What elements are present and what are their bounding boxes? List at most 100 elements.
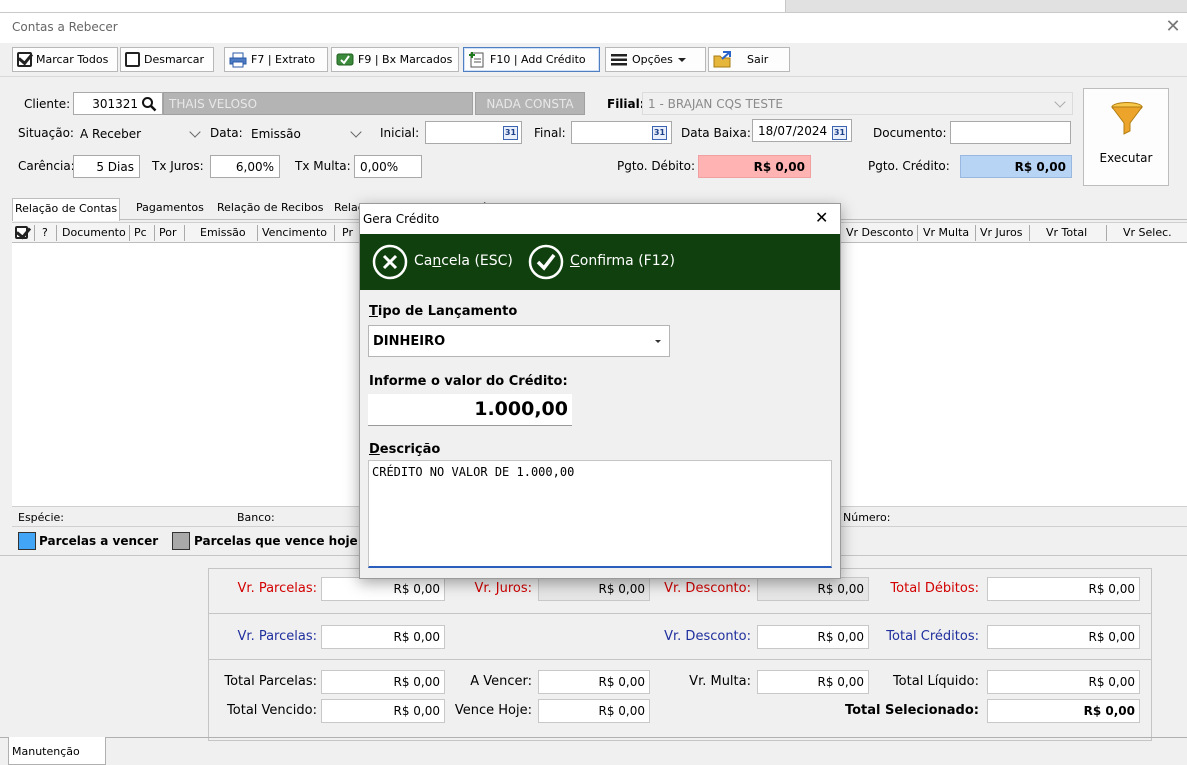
total-selecionado-label: Total Selecionado: [844, 703, 979, 718]
confirma-label: Confirma (F12) [570, 253, 676, 269]
vence-hoje-swatch [172, 532, 190, 550]
tx-multa-input[interactable]: 0,00% [354, 155, 422, 178]
r2-vr-parcelas: R$ 0,00 [321, 625, 445, 649]
chevron-down-icon [189, 126, 201, 138]
col-vr-desconto[interactable]: Vr Desconto [846, 226, 913, 239]
data-select[interactable]: Emissão [245, 122, 368, 145]
banco-label: Banco: [237, 511, 275, 524]
status-value: NADA CONSTA [486, 96, 574, 111]
calendar-icon[interactable]: 31 [652, 126, 667, 140]
cancela-label: Cancela (ESC) [414, 253, 513, 269]
confirma-button[interactable]: Confirma (F12) [528, 244, 678, 282]
data-label: Data: [210, 126, 243, 140]
bx-marcados-button[interactable]: F9 | Bx Marcados [331, 47, 459, 72]
executar-button[interactable]: Executar [1083, 88, 1169, 186]
cliente-nome-field: THAIS VELOSO [163, 92, 473, 115]
r2-vr-desconto: R$ 0,00 [757, 625, 869, 649]
data-baixa-label: Data Baixa: [681, 126, 751, 140]
situacao-value: A Receber [80, 126, 142, 141]
a-vencer-legend: Parcelas a vencer [39, 534, 159, 548]
col-vr-total[interactable]: Vr Total [1046, 226, 1087, 239]
cliente-codigo-input[interactable]: 301321 [73, 92, 163, 115]
search-icon[interactable] [141, 96, 157, 112]
col-vencimento[interactable]: Vencimento [262, 226, 327, 239]
documento-input[interactable] [950, 121, 1071, 144]
checkbox-checked-icon [17, 52, 32, 67]
tab-pagamentos[interactable]: Pagamentos [134, 198, 206, 218]
chevron-down-icon [350, 126, 362, 138]
data-value: Emissão [251, 126, 301, 141]
filial-select[interactable]: 1 - BRAJAN CQS TESTE [642, 92, 1073, 115]
vence-hoje: R$ 0,00 [538, 699, 650, 723]
descricao-text: CRÉDITO NO VALOR DE 1.000,00 [372, 465, 575, 479]
tab-manutencao[interactable]: Manutenção [8, 737, 106, 765]
desmarcar-label: Desmarcar [144, 53, 205, 66]
a-vencer-label: A Vencer: [470, 674, 532, 689]
total-debitos: R$ 0,00 [987, 577, 1140, 601]
cliente-label: Cliente: [24, 97, 71, 111]
col-vr-selec[interactable]: Vr Selec. [1123, 226, 1172, 239]
vr-multa: R$ 0,00 [757, 670, 869, 694]
a-vencer-swatch [18, 532, 36, 550]
opcoes-label: Opções [632, 53, 673, 66]
carencia-value: 5 Dias [96, 159, 134, 174]
dropdown-arrow-icon [655, 340, 661, 343]
total-parcelas-label: Total Parcelas: [224, 674, 317, 689]
carencia-input[interactable]: 5 Dias [73, 155, 140, 178]
select-all-checkbox[interactable] [15, 226, 28, 239]
tipo-lancamento-value: DINHEIRO [373, 334, 446, 349]
col-pr[interactable]: Pr [342, 226, 353, 239]
status-badge: NADA CONSTA [475, 92, 585, 115]
data-baixa-value: 18/07/2024 [758, 123, 828, 138]
cancela-button[interactable]: Cancela (ESC) [372, 244, 517, 282]
marcar-todos-button[interactable]: Marcar Todos [12, 47, 118, 72]
col-documento[interactable]: Documento [62, 226, 126, 239]
total-selecionado: R$ 0,00 [987, 699, 1140, 723]
descricao-textarea[interactable]: CRÉDITO NO VALOR DE 1.000,00 [368, 460, 832, 568]
checkbox-empty-icon [125, 52, 140, 67]
dialog-title-bar: Gera Crédito ✕ [360, 204, 840, 234]
col-pc[interactable]: Pc [134, 226, 147, 239]
totals-panel: Vr. Parcelas: R$ 0,00 Vr. Juros: R$ 0,00… [208, 568, 1152, 741]
valor-credito-value: 1.000,00 [474, 398, 568, 420]
dialog-close-icon[interactable]: ✕ [815, 208, 828, 227]
close-window-button[interactable]: ✕ [1163, 16, 1183, 37]
carencia-label: Carência: [18, 159, 75, 173]
r1-vr-parcelas-label: Vr. Parcelas: [237, 581, 317, 596]
tipo-lancamento-label: Tipo de Lançamento [369, 304, 518, 319]
valor-credito-input[interactable]: 1.000,00 [368, 394, 572, 426]
col-vr-juros[interactable]: Vr Juros [980, 226, 1023, 239]
calendar-icon[interactable]: 31 [832, 126, 847, 140]
extrato-button[interactable]: F7 | Extrato [224, 47, 328, 72]
sair-button[interactable]: Sair [708, 47, 790, 72]
col-emissao[interactable]: Emissão [200, 226, 246, 239]
filial-label: Filial: [607, 97, 645, 111]
executar-label: Executar [1099, 151, 1153, 165]
opcoes-button[interactable]: Opções [605, 47, 706, 72]
confirm-check-icon [528, 244, 564, 280]
dialog-title: Gera Crédito [363, 212, 440, 226]
add-credito-button[interactable]: F10 | Add Crédito [463, 47, 600, 72]
tx-juros-input[interactable]: 6,00% [210, 155, 280, 178]
situacao-select[interactable]: A Receber [74, 122, 206, 145]
col-question[interactable]: ? [42, 226, 48, 239]
tipo-lancamento-select[interactable]: DINHEIRO [368, 325, 670, 357]
documento-label: Documento: [873, 126, 947, 140]
col-vr-multa[interactable]: Vr Multa [923, 226, 969, 239]
r1-vr-desconto: R$ 0,00 [757, 577, 869, 601]
vr-multa-label: Vr. Multa: [689, 674, 751, 689]
especie-label: Espécie: [18, 511, 65, 524]
col-por[interactable]: Por [159, 226, 177, 239]
r2-vr-parcelas-label: Vr. Parcelas: [237, 629, 317, 644]
total-parcelas: R$ 0,00 [321, 670, 445, 694]
tx-juros-label: Tx Juros: [152, 159, 204, 173]
calendar-icon[interactable]: 31 [503, 126, 518, 140]
tab-relacao-recibos[interactable]: Relação de Recibos [215, 198, 325, 218]
pgto-credito-value: R$ 0,00 [1014, 159, 1066, 174]
money-check-icon [336, 53, 354, 65]
tab-relacao-contas[interactable]: Relação de Contas [12, 198, 121, 221]
numero-label: Número: [843, 511, 891, 524]
valor-credito-label: Informe o valor do Crédito: [369, 374, 568, 389]
tx-multa-label: Tx Multa: [295, 159, 351, 173]
desmarcar-button[interactable]: Desmarcar [120, 47, 214, 72]
